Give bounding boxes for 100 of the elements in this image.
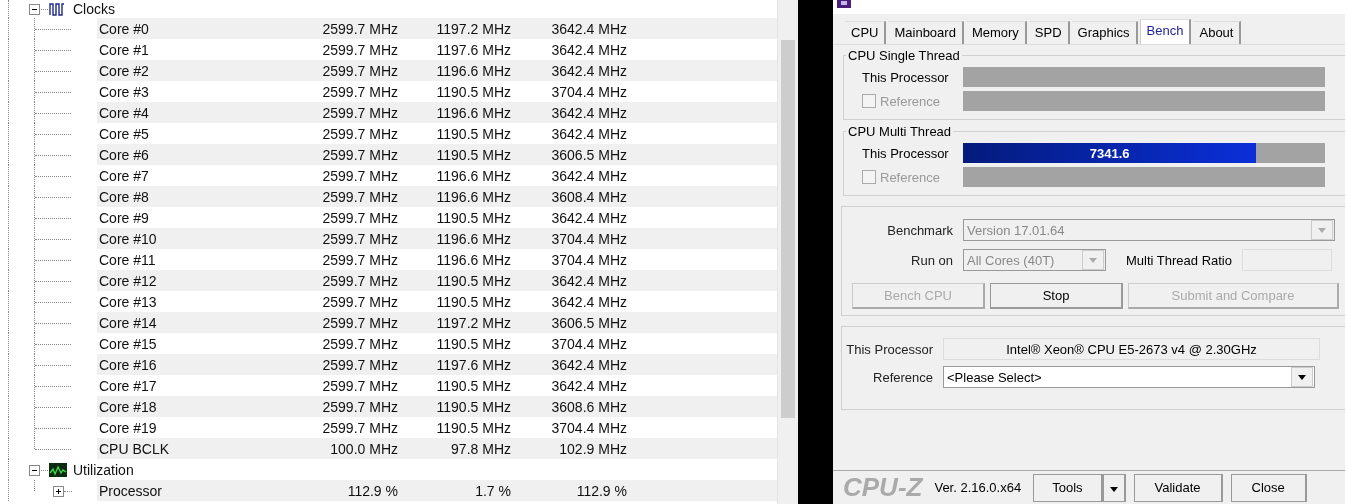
sensor-value: 1196.6 MHz [435, 62, 511, 79]
sensor-value: 2599.7 MHz [321, 209, 398, 226]
sensor-value: 2599.7 MHz [321, 125, 398, 142]
checkbox-label: Reference [880, 169, 940, 185]
sensor-value: 2599.7 MHz [321, 146, 398, 163]
sensor-value: 1190.5 MHz [435, 83, 511, 100]
sensor-value: 3642.4 MHz [550, 125, 627, 142]
tools-button[interactable]: Tools [1033, 473, 1103, 502]
app-logo: CPU-Z [843, 472, 923, 503]
sensor-name: Core #2 [98, 62, 150, 79]
sensor-value: 1197.6 MHz [435, 356, 511, 373]
sensor-value: 3642.4 MHz [550, 356, 627, 373]
sensor-value: 1196.6 MHz [435, 188, 511, 205]
tab[interactable]: Mainboard [888, 21, 964, 44]
sensor-name: Processor [98, 482, 164, 499]
sensor-name: Core #12 [98, 272, 158, 289]
footer-button[interactable]: Validate [1133, 473, 1223, 502]
sensor-value: 1196.6 MHz [435, 251, 511, 268]
processor-field: Intel® Xeon® CPU E5-2673 v4 @ 2.30GHz [943, 338, 1320, 360]
sensor-value: 3606.5 MHz [550, 314, 627, 331]
sensor-name: Core #19 [98, 419, 158, 436]
tab[interactable]: CPU [845, 21, 887, 44]
sensor-value: 3642.4 MHz [550, 20, 627, 37]
action-button[interactable]: Stop [990, 283, 1123, 309]
sensor-value: 102.9 MHz [558, 440, 627, 457]
sensor-name: Core #7 [98, 167, 150, 184]
sensor-value: 1197.2 MHz [435, 20, 511, 37]
sensor-value: 3642.4 MHz [550, 167, 627, 184]
sensor-name: Core #16 [98, 356, 158, 373]
sensor-value: 1190.5 MHz [435, 146, 511, 163]
footer-button[interactable]: Close [1230, 473, 1307, 502]
sensor-value: 2599.7 MHz [321, 314, 398, 331]
sensor-value: 2599.7 MHz [321, 20, 398, 37]
checkbox[interactable] [862, 170, 876, 184]
sensor-value: 3608.6 MHz [550, 398, 627, 415]
sensor-value: 2599.7 MHz [321, 419, 398, 436]
sensor-value: 2599.7 MHz [321, 83, 398, 100]
sensor-name: Core #15 [98, 335, 158, 352]
sensor-value: 112.9 % [346, 482, 398, 499]
sensor-name: Core #6 [98, 146, 150, 163]
sensor-value: 3642.4 MHz [550, 377, 627, 394]
sensor-value: 3704.4 MHz [550, 230, 627, 247]
version-label: Ver. 2.16.0.x64 [934, 480, 1022, 495]
sensor-value: 2599.7 MHz [321, 230, 398, 247]
caret-icon [1311, 220, 1333, 240]
group-label[interactable]: Clocks [73, 1, 115, 17]
tab[interactable]: SPD [1028, 21, 1070, 44]
field-label: Multi Thread Ratio [1126, 252, 1232, 268]
sensor-value: 2599.7 MHz [321, 104, 398, 121]
sensor-value: 2599.7 MHz [321, 356, 398, 373]
collapse-icon[interactable] [29, 464, 40, 476]
sensor-value: 1190.5 MHz [435, 125, 511, 142]
expand-icon[interactable] [53, 485, 64, 497]
sensor-value: 2599.7 MHz [321, 293, 398, 310]
checkbox-label: Reference [880, 93, 940, 109]
tab[interactable]: About [1193, 21, 1242, 44]
reference-dropdown[interactable]: <Please Select> [943, 366, 1315, 388]
sensor-value: 3642.4 MHz [550, 104, 627, 121]
sensor-value: 1190.5 MHz [435, 272, 511, 289]
sensor-value: 3704.4 MHz [550, 419, 627, 436]
sensor-value: 2599.7 MHz [321, 167, 398, 184]
sensor-name: Core #18 [98, 398, 158, 415]
sensor-name: Core #3 [98, 83, 150, 100]
collapse-icon[interactable] [29, 4, 40, 15]
score-value: 7341.6 [1089, 145, 1130, 161]
group-title: CPU Single Thread [847, 48, 961, 63]
sensor-value: 3704.4 MHz [550, 251, 627, 268]
sensor-value: 1190.5 MHz [435, 293, 511, 310]
group-label[interactable]: Utilization [73, 461, 134, 478]
field-label: Run on [910, 252, 954, 268]
sensor-value: 2599.7 MHz [321, 41, 398, 58]
field-label: Reference [872, 369, 934, 385]
sensor-value: 3606.5 MHz [550, 146, 627, 163]
scroll-thumb[interactable] [781, 40, 795, 418]
sensor-value: 1190.5 MHz [435, 335, 511, 352]
sensor-name: Core #0 [98, 20, 150, 37]
sensor-name: Core #10 [98, 230, 158, 247]
sensor-value: 3608.4 MHz [550, 188, 627, 205]
tab[interactable]: Bench [1139, 19, 1192, 44]
sensor-value: 2599.7 MHz [321, 62, 398, 79]
sensor-value: 3642.4 MHz [550, 272, 627, 289]
sensor-value: 1197.2 MHz [435, 314, 511, 331]
scrollbar[interactable] [777, 0, 798, 504]
sensor-value: 97.8 MHz [450, 440, 511, 457]
sensor-value: 2599.7 MHz [321, 335, 398, 352]
caret-icon [1291, 367, 1313, 387]
sensor-value: 1197.6 MHz [435, 41, 511, 58]
sensor-value: 1196.6 MHz [435, 104, 511, 121]
sensor-value: 1190.5 MHz [435, 377, 511, 394]
checkbox[interactable] [862, 94, 876, 108]
tab[interactable]: Graphics [1071, 21, 1138, 44]
sensor-value: 3704.4 MHz [550, 83, 627, 100]
tab[interactable]: Memory [965, 21, 1027, 44]
sensor-value: 1190.5 MHz [435, 419, 511, 436]
sensor-name: Core #5 [98, 125, 150, 142]
sensor-value: 3704.4 MHz [550, 335, 627, 352]
tools-menu-button[interactable] [1102, 473, 1126, 502]
field-label: This Processor [862, 145, 950, 161]
field-label: Benchmark [886, 222, 954, 238]
sensor-value: 1190.5 MHz [435, 209, 511, 226]
